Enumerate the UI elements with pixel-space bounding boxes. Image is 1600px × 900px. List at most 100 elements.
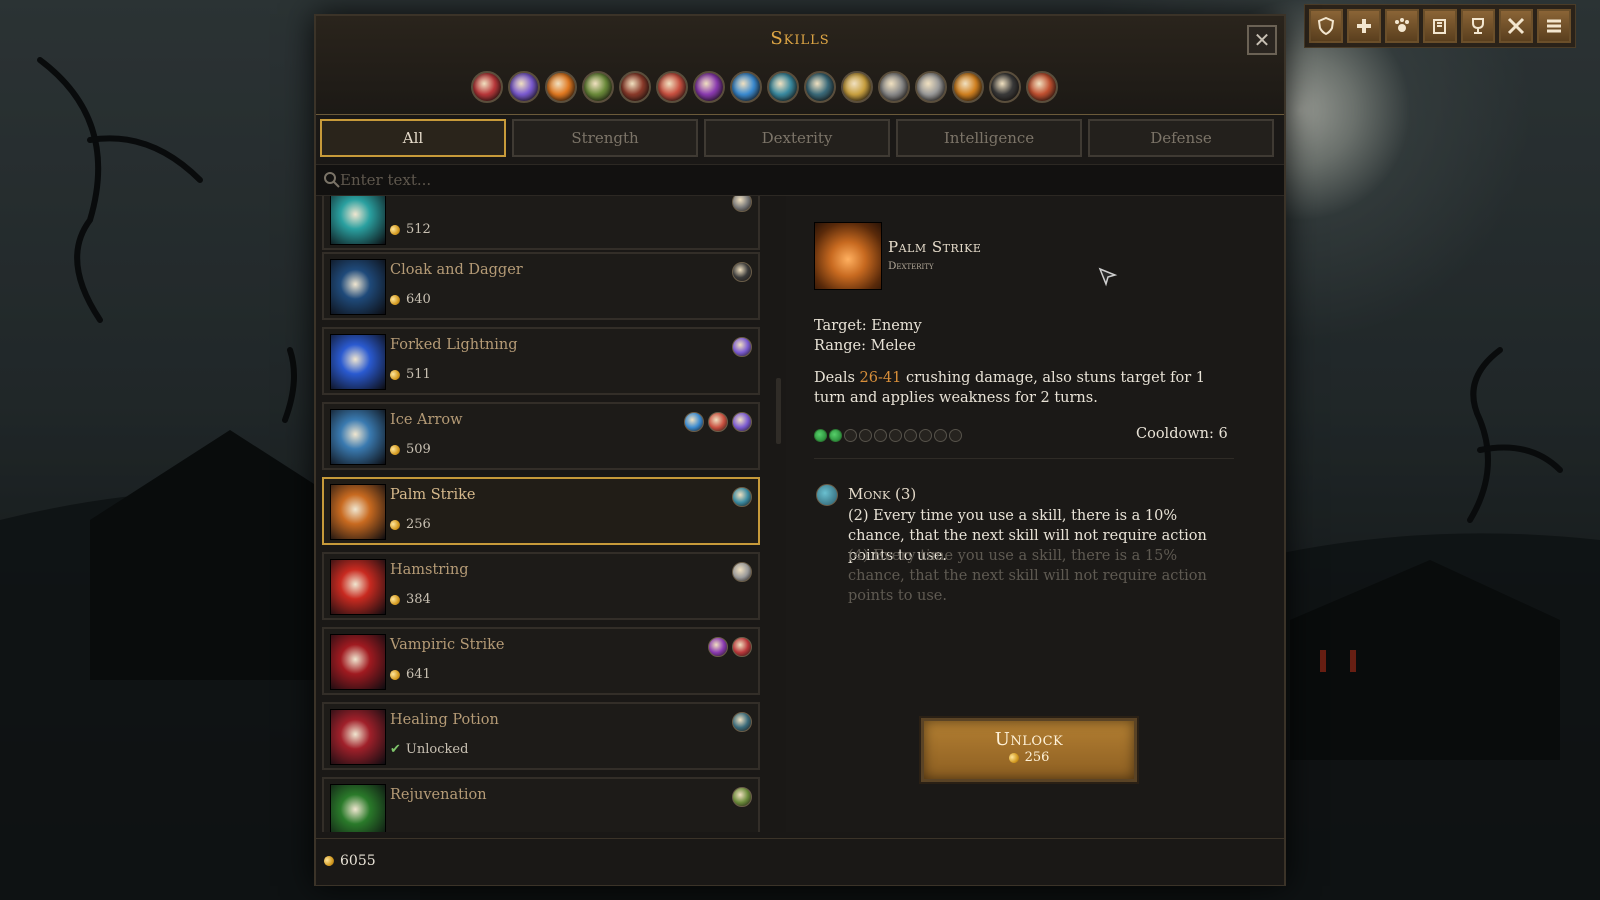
skill-thumbnail (330, 784, 386, 832)
action-point-dot (889, 429, 902, 442)
skill-class-tags (732, 487, 752, 507)
unlock-button[interactable]: Unlock 256 (921, 718, 1137, 782)
action-point-dot (919, 429, 932, 442)
window-title: Skills (770, 28, 830, 49)
skill-list-item[interactable]: Cloak and Dagger 640 (322, 252, 760, 320)
magic-orbs-icon[interactable] (508, 71, 540, 103)
tree-spirit-icon[interactable] (582, 71, 614, 103)
class-tag-icon (732, 637, 752, 657)
skill-thumbnail (330, 334, 386, 390)
skill-price: 641 (388, 667, 431, 682)
coin-icon (322, 854, 336, 868)
tab-bar: All Strength Dexterity Intelligence Defe… (320, 119, 1274, 157)
set-bonus-title: Monk (3) (848, 485, 917, 503)
tab-defense[interactable]: Defense (1088, 119, 1274, 157)
scrollbar-thumb[interactable] (776, 378, 781, 444)
skill-price-value: 512 (406, 222, 431, 237)
shield-icon[interactable] (841, 71, 873, 103)
shield-button[interactable] (1309, 9, 1343, 43)
skill-price: 512 (388, 222, 431, 237)
skill-price-value: 384 (406, 592, 431, 607)
search-input[interactable] (338, 167, 1242, 193)
window-header: Skills ✕ (316, 16, 1284, 115)
combat-button[interactable] (1499, 9, 1533, 43)
skill-thumbnail (330, 259, 386, 315)
action-point-dot (829, 429, 842, 442)
skill-list-item[interactable]: Ice Arrow 509 (322, 402, 760, 470)
skill-description: Deals 26-41 crushing damage, also stuns … (814, 368, 1234, 408)
skill-class-tags (684, 412, 752, 432)
plus-icon (1357, 19, 1371, 33)
skill-list-item[interactable]: Hamstring 384 (322, 552, 760, 620)
fire-icon[interactable] (545, 71, 577, 103)
journal-button[interactable] (1423, 9, 1457, 43)
skill-price-value: 509 (406, 442, 431, 457)
coin-icon (388, 443, 402, 456)
hooded-figure-icon[interactable] (989, 71, 1021, 103)
skill-category: Dexterity (888, 260, 934, 272)
skill-price-value: Unlocked (405, 742, 469, 757)
skill-thumbnail (330, 559, 386, 615)
spellbook-icon[interactable] (619, 71, 651, 103)
skill-class-tags (732, 562, 752, 582)
skill-name: Palm Strike (888, 238, 982, 256)
plus-button[interactable] (1347, 9, 1381, 43)
skill-price: 256 (388, 517, 431, 532)
trophy-button[interactable] (1461, 9, 1495, 43)
crossed-swords-icon (1507, 17, 1525, 35)
set-bonus-inactive: (4) Every time you use a skill, there is… (848, 548, 1207, 604)
coin-icon (388, 293, 402, 306)
skill-list-item[interactable]: Rejuvenation (322, 777, 760, 832)
unlock-price-value: 256 (1024, 750, 1050, 765)
skill-list-scrollbar[interactable] (774, 196, 784, 832)
helmet-icon[interactable] (878, 71, 910, 103)
gear-icon[interactable] (1026, 71, 1058, 103)
tab-intelligence[interactable]: Intelligence (896, 119, 1082, 157)
coin-icon (388, 518, 402, 531)
skill-thumbnail (330, 634, 386, 690)
tab-dexterity[interactable]: Dexterity (704, 119, 890, 157)
skill-list: 512 Cloak and Dagger 640 Forked Lightning 51… (316, 196, 770, 832)
menu-button[interactable] (1537, 9, 1571, 43)
fist-icon[interactable] (767, 71, 799, 103)
skill-price-value: 641 (406, 667, 431, 682)
pawprint-icon (1395, 18, 1409, 32)
crossed-weapons-icon[interactable] (471, 71, 503, 103)
skill-price-value: 640 (406, 292, 431, 307)
skill-list-item[interactable]: Palm Strike 256 (322, 477, 760, 545)
palm-strike-icon (814, 222, 882, 290)
shield-icon (1317, 17, 1335, 35)
skill-list-item[interactable]: 512 (322, 196, 760, 250)
tab-strength[interactable]: Strength (512, 119, 698, 157)
arrow-icon[interactable] (804, 71, 836, 103)
skill-category-filters (471, 71, 1058, 107)
action-point-dot (844, 429, 857, 442)
paw-icon[interactable] (952, 71, 984, 103)
close-button[interactable]: ✕ (1247, 25, 1277, 55)
skill-price: ✔ Unlocked (390, 742, 468, 757)
tab-all[interactable]: All (320, 119, 506, 157)
skill-thumbnail (330, 484, 386, 540)
unlock-label: Unlock (994, 729, 1064, 750)
staff-icon[interactable] (693, 71, 725, 103)
skill-name: Cloak and Dagger (390, 262, 523, 278)
menu-icon (1547, 19, 1561, 33)
class-tag-icon (684, 412, 704, 432)
skill-price: 384 (388, 592, 431, 607)
skill-name: Ice Arrow (390, 412, 463, 428)
target-icon[interactable] (656, 71, 688, 103)
action-point-dot (859, 429, 872, 442)
skills-button[interactable] (1385, 9, 1419, 43)
game-toolbar (1304, 4, 1576, 48)
class-tag-icon (732, 337, 752, 357)
class-tag-icon (732, 787, 752, 807)
skill-list-item[interactable]: Healing Potion ✔ Unlocked (322, 702, 760, 770)
hammer-icon[interactable] (915, 71, 947, 103)
skills-window: Skills ✕ All Strength Dexterity Intellig… (314, 14, 1286, 886)
skill-price-value: 256 (406, 517, 431, 532)
desc-text: Deals (814, 370, 860, 386)
crystal-icon[interactable] (730, 71, 762, 103)
skill-list-item[interactable]: Vampiric Strike 641 (322, 627, 760, 695)
action-point-dot (874, 429, 887, 442)
skill-list-item[interactable]: Forked Lightning 511 (322, 327, 760, 395)
